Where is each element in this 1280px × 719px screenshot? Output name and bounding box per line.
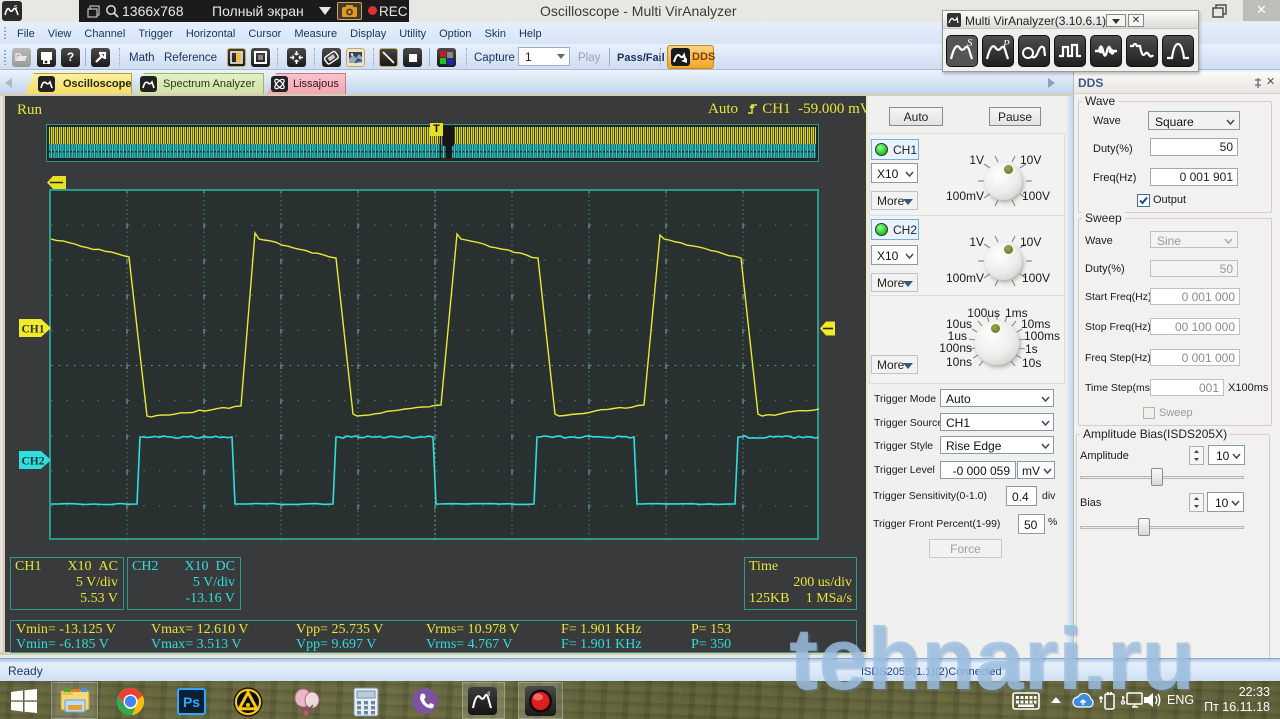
svg-text:P: P xyxy=(1002,38,1010,50)
svg-text:s: s xyxy=(487,688,491,698)
svg-text:CH1: CH1 xyxy=(22,324,45,336)
svg-text:CH2: CH2 xyxy=(22,456,45,468)
svg-text:S: S xyxy=(967,37,973,49)
svg-text:s: s xyxy=(14,4,18,11)
